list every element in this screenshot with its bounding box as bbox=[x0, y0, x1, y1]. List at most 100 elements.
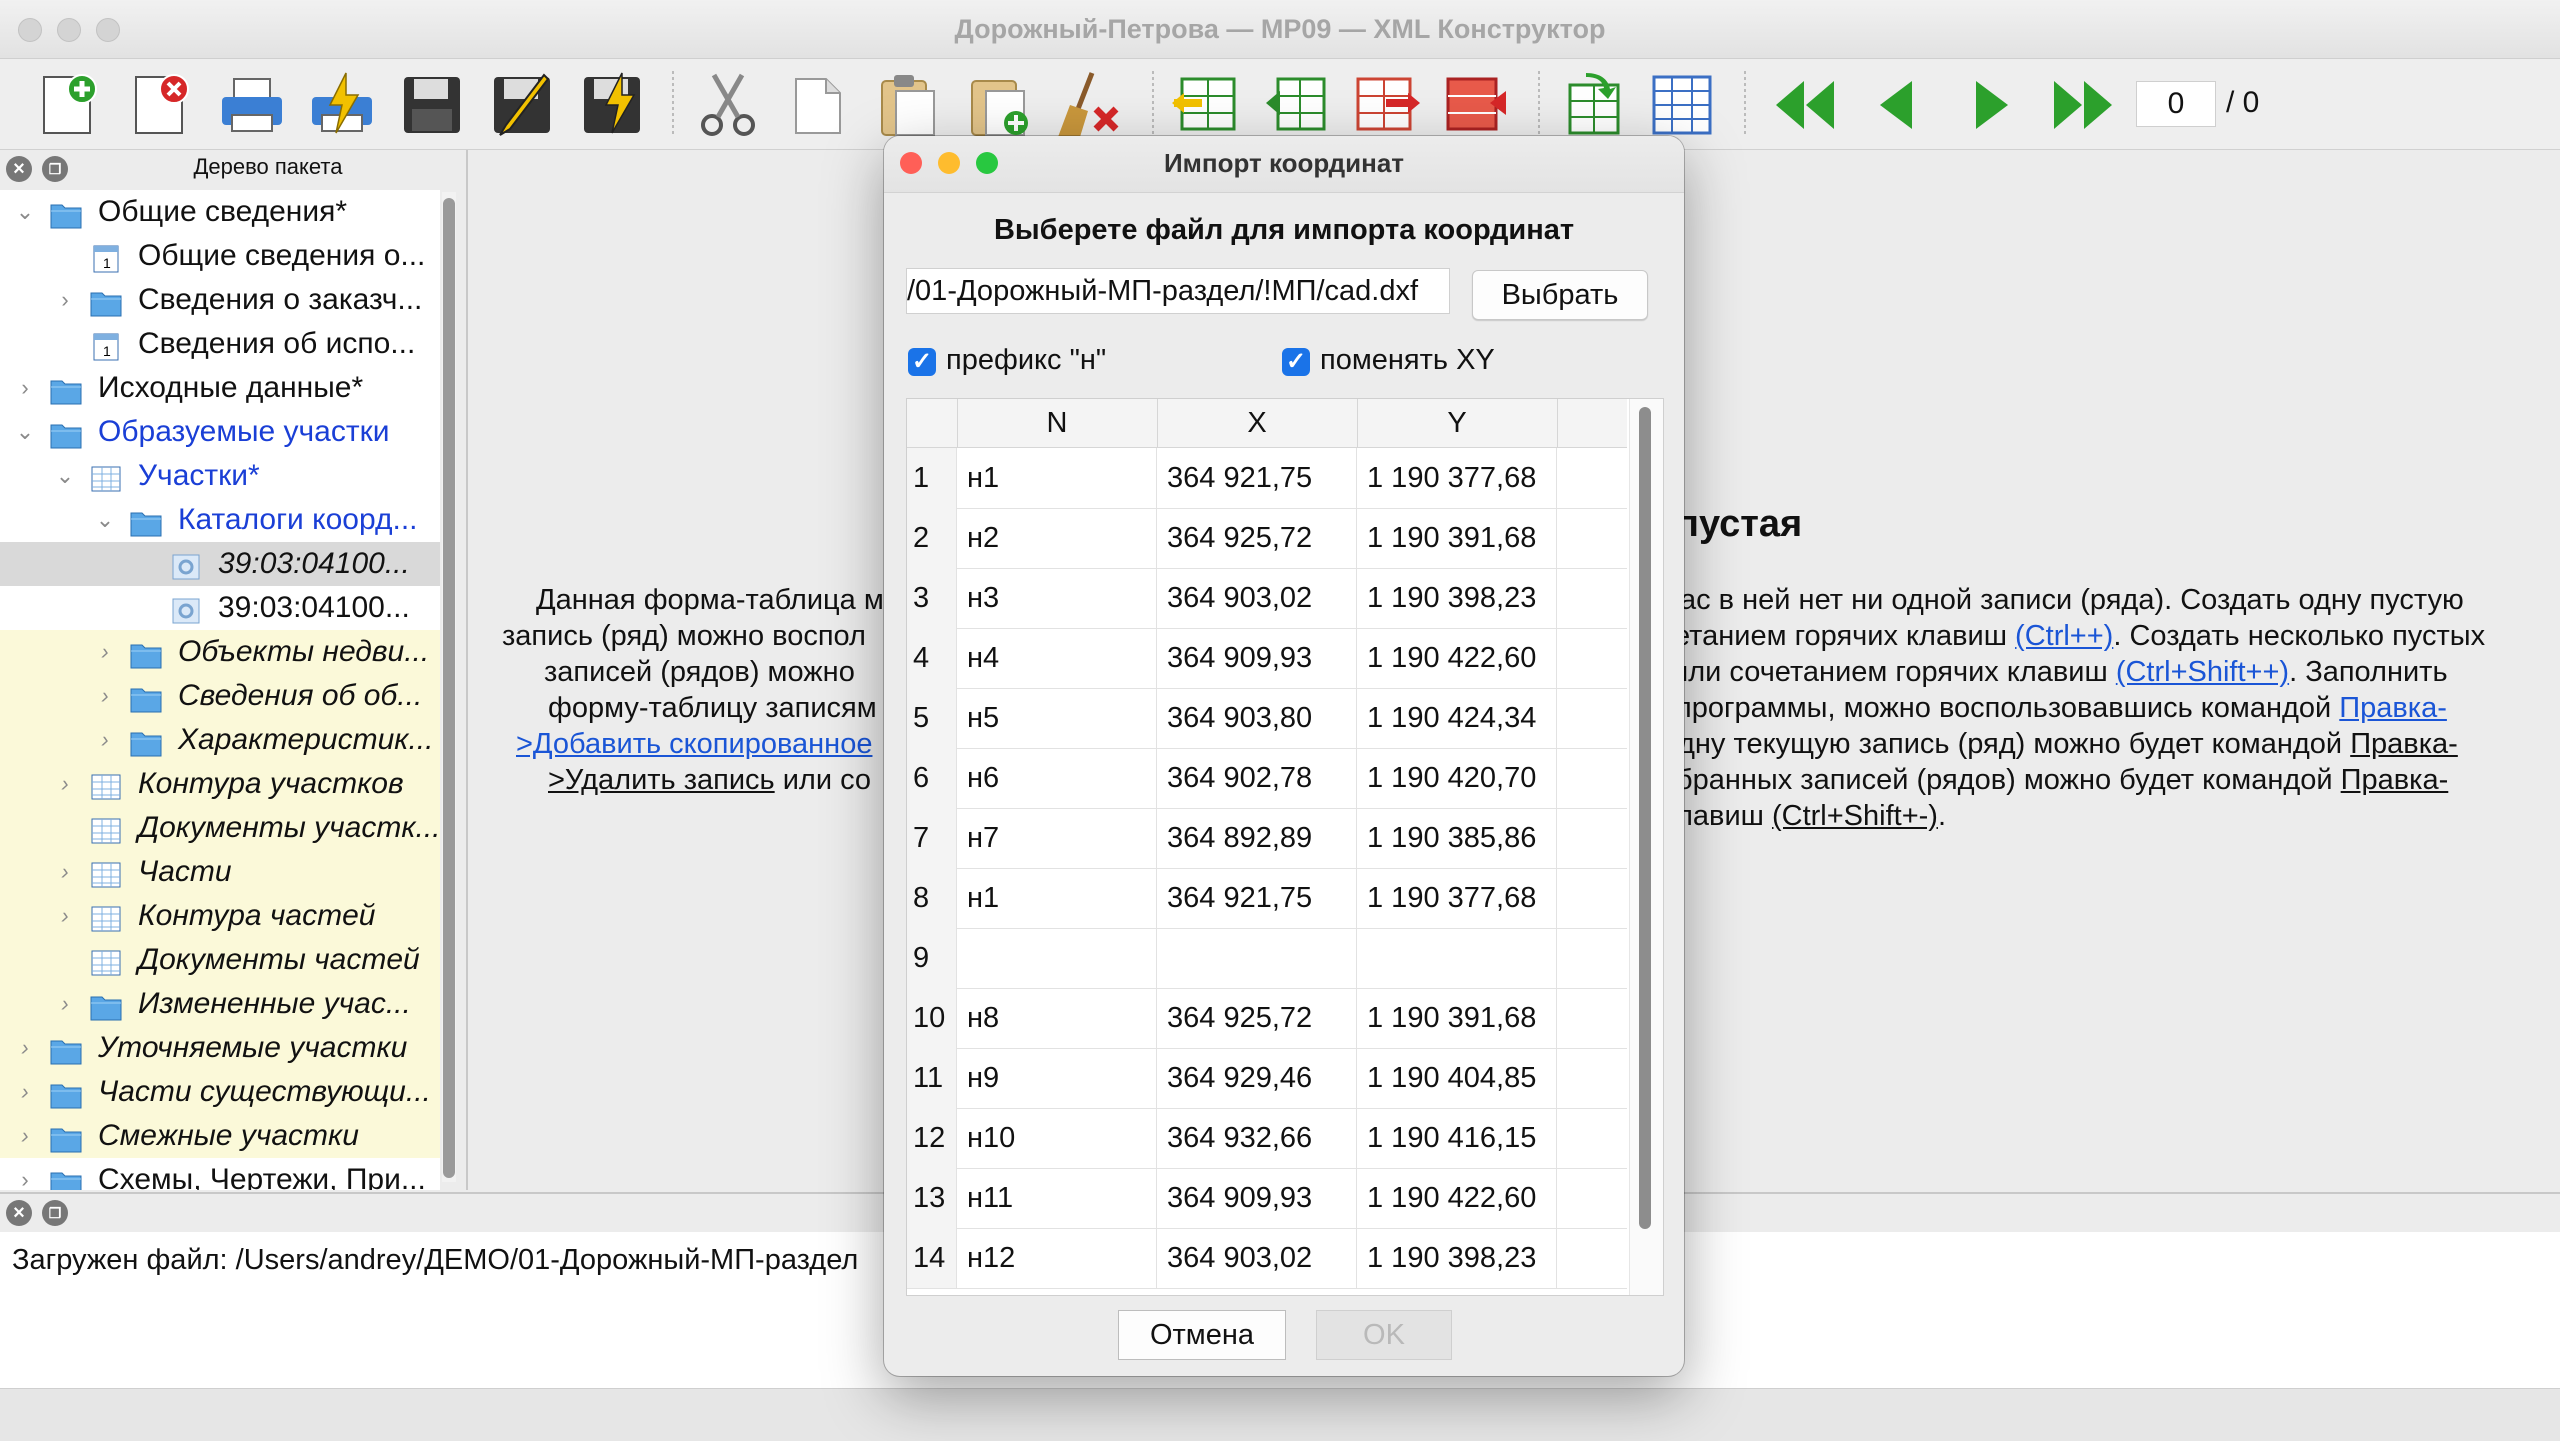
n-cell[interactable]: н10 bbox=[957, 1108, 1157, 1168]
coordinates-grid[interactable]: N X Y 1 н1 364 921,75 1 190 377,68 2 н2 364 92… bbox=[906, 398, 1664, 1296]
chevron-right-icon[interactable]: › bbox=[50, 982, 80, 1026]
x-cell[interactable]: 364 892,89 bbox=[1157, 808, 1357, 868]
x-cell[interactable]: 364 921,75 bbox=[1157, 868, 1357, 928]
grid-row[interactable]: 10 н8 364 925,72 1 190 391,68 bbox=[907, 988, 1627, 1049]
first-record-button[interactable] bbox=[1770, 69, 1842, 141]
tree-item[interactable]: › Уточняемые участки bbox=[0, 1026, 440, 1070]
prefix-checkbox[interactable]: ✓ bbox=[908, 348, 936, 376]
file-path-field[interactable]: /01-Дорожный-МП-раздел/!МП/cad.dxf bbox=[906, 268, 1450, 314]
save-button[interactable] bbox=[396, 69, 468, 141]
add-copied-link[interactable]: >Добавить скопированное bbox=[516, 726, 872, 762]
grid-row[interactable]: 14 н12 364 903,02 1 190 398,23 bbox=[907, 1228, 1627, 1289]
delete-record-link[interactable]: >Удалить запись bbox=[548, 764, 775, 796]
grid-row[interactable]: 7 н7 364 892,89 1 190 385,86 bbox=[907, 808, 1627, 869]
y-cell[interactable]: 1 190 391,68 bbox=[1357, 508, 1557, 568]
chevron-right-icon[interactable]: › bbox=[50, 894, 80, 938]
n-cell[interactable]: н3 bbox=[957, 568, 1157, 628]
tree-item[interactable]: Документы участк... bbox=[0, 806, 440, 850]
edit-menu-link[interactable]: Правка- bbox=[2339, 692, 2447, 724]
column-header-x[interactable]: X bbox=[1157, 399, 1358, 447]
new-document-button[interactable] bbox=[34, 69, 106, 141]
last-record-button[interactable] bbox=[2046, 69, 2118, 141]
tree-item[interactable]: › Части существующи... bbox=[0, 1070, 440, 1114]
tree-scrollbar-thumb[interactable] bbox=[443, 198, 455, 1178]
chevron-right-icon[interactable]: › bbox=[10, 1070, 40, 1114]
chevron-down-icon[interactable]: ⌄ bbox=[10, 190, 40, 234]
y-cell[interactable]: 1 190 420,70 bbox=[1357, 748, 1557, 808]
y-cell[interactable]: 1 190 398,23 bbox=[1357, 1228, 1557, 1288]
tree-item[interactable]: › Схемы, Чертежи, При... bbox=[0, 1158, 440, 1190]
close-panel-icon[interactable]: × bbox=[6, 1200, 32, 1226]
save-as-button[interactable] bbox=[486, 69, 558, 141]
tree-item[interactable]: › Сведения об об... bbox=[0, 674, 440, 718]
paste-append-button[interactable] bbox=[962, 69, 1034, 141]
choose-file-button[interactable]: Выбрать bbox=[1472, 270, 1648, 320]
grid-row[interactable]: 11 н9 364 929,46 1 190 404,85 bbox=[907, 1048, 1627, 1109]
x-cell[interactable]: 364 925,72 bbox=[1157, 988, 1357, 1048]
import-button[interactable] bbox=[1556, 69, 1628, 141]
ok-button[interactable]: OK bbox=[1316, 1310, 1452, 1360]
y-cell[interactable]: 1 190 398,23 bbox=[1357, 568, 1557, 628]
tree-item[interactable]: › Сведения о заказч... bbox=[0, 278, 440, 322]
tree-item[interactable]: › Контура частей bbox=[0, 894, 440, 938]
tree-item[interactable]: › Контура участков bbox=[0, 762, 440, 806]
tree-item[interactable]: ⌄ Каталоги коорд... bbox=[0, 498, 440, 542]
y-cell[interactable]: 1 190 404,85 bbox=[1357, 1048, 1557, 1108]
tree-item[interactable]: 39:03:04100... bbox=[0, 586, 440, 630]
delete-document-button[interactable] bbox=[126, 69, 198, 141]
grid-row[interactable]: 6 н6 364 902,78 1 190 420,70 bbox=[907, 748, 1627, 809]
insert-row-after-button[interactable] bbox=[1260, 69, 1332, 141]
chevron-down-icon[interactable]: ⌄ bbox=[50, 454, 80, 498]
chevron-right-icon[interactable]: › bbox=[90, 718, 120, 762]
n-cell[interactable]: н1 bbox=[957, 448, 1157, 508]
edit-menu-link[interactable]: Правка- bbox=[2341, 764, 2449, 796]
x-cell[interactable]: 364 903,02 bbox=[1157, 568, 1357, 628]
grid-row[interactable]: 9 bbox=[907, 928, 1627, 989]
table-view-button[interactable] bbox=[1646, 69, 1718, 141]
n-cell[interactable]: н4 bbox=[957, 628, 1157, 688]
tree-item[interactable]: 39:03:04100... bbox=[0, 542, 440, 586]
column-header-y[interactable]: Y bbox=[1357, 399, 1558, 447]
chevron-right-icon[interactable]: › bbox=[90, 674, 120, 718]
swap-xy-checkbox[interactable]: ✓ bbox=[1282, 348, 1310, 376]
y-cell[interactable]: 1 190 422,60 bbox=[1357, 1168, 1557, 1228]
chevron-right-icon[interactable]: › bbox=[50, 278, 80, 322]
x-cell[interactable]: 364 903,80 bbox=[1157, 688, 1357, 748]
x-cell[interactable] bbox=[1157, 928, 1357, 988]
clear-button[interactable] bbox=[1052, 69, 1124, 141]
n-cell[interactable]: н9 bbox=[957, 1048, 1157, 1108]
tree-item[interactable]: 1 Сведения об испо... bbox=[0, 322, 440, 366]
print-button[interactable] bbox=[216, 69, 288, 141]
detach-panel-icon[interactable]: ❐ bbox=[42, 1200, 68, 1226]
package-tree[interactable]: ⌄ Общие сведения* 1 Общие сведения о... › Све… bbox=[0, 190, 440, 1190]
tree-item[interactable]: › Объекты недви... bbox=[0, 630, 440, 674]
n-cell[interactable] bbox=[957, 928, 1157, 988]
chevron-down-icon[interactable]: ⌄ bbox=[10, 410, 40, 454]
column-header-n[interactable]: N bbox=[957, 399, 1158, 447]
chevron-right-icon[interactable]: › bbox=[50, 762, 80, 806]
delete-row-button[interactable] bbox=[1350, 69, 1422, 141]
ctrl-shift-plus-link[interactable]: (Ctrl+Shift++) bbox=[2116, 656, 2289, 688]
tree-item[interactable]: › Измененные учас... bbox=[0, 982, 440, 1026]
grid-row[interactable]: 13 н11 364 909,93 1 190 422,60 bbox=[907, 1168, 1627, 1229]
tree-item[interactable]: ⌄ Участки* bbox=[0, 454, 440, 498]
chevron-right-icon[interactable]: › bbox=[10, 1026, 40, 1070]
tree-item[interactable]: › Части bbox=[0, 850, 440, 894]
chevron-right-icon[interactable]: › bbox=[10, 1114, 40, 1158]
grid-row[interactable]: 5 н5 364 903,80 1 190 424,34 bbox=[907, 688, 1627, 749]
tree-item[interactable]: › Характеристик... bbox=[0, 718, 440, 762]
cancel-button[interactable]: Отмена bbox=[1118, 1310, 1286, 1360]
n-cell[interactable]: н6 bbox=[957, 748, 1157, 808]
n-cell[interactable]: н12 bbox=[957, 1228, 1157, 1288]
grid-row[interactable]: 1 н1 364 921,75 1 190 377,68 bbox=[907, 448, 1627, 509]
edit-menu-link[interactable]: Правка- bbox=[2350, 728, 2458, 760]
y-cell[interactable] bbox=[1357, 928, 1557, 988]
n-cell[interactable]: н5 bbox=[957, 688, 1157, 748]
y-cell[interactable]: 1 190 385,86 bbox=[1357, 808, 1557, 868]
ctrl-shift-minus-link[interactable]: (Ctrl+Shift+-) bbox=[1772, 800, 1938, 832]
x-cell[interactable]: 364 932,66 bbox=[1157, 1108, 1357, 1168]
chevron-right-icon[interactable]: › bbox=[10, 366, 40, 410]
x-cell[interactable]: 364 903,02 bbox=[1157, 1228, 1357, 1288]
chevron-right-icon[interactable]: › bbox=[50, 850, 80, 894]
x-cell[interactable]: 364 909,93 bbox=[1157, 1168, 1357, 1228]
